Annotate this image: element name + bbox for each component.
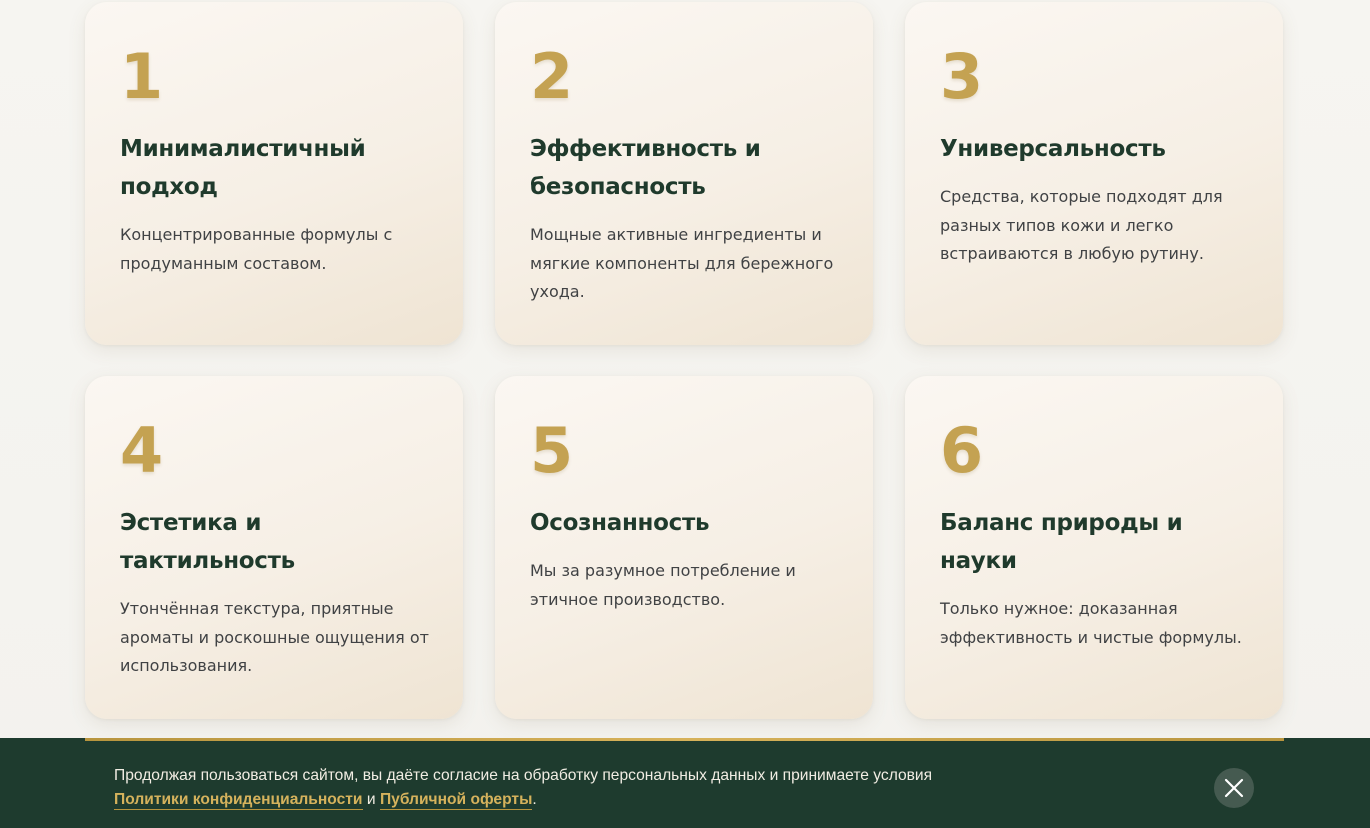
principle-card: 2 Эффективность и безопасность Мощные ак…: [495, 2, 873, 345]
principle-description: Только нужное: доказанная эффективность …: [940, 599, 1242, 647]
principle-number: 5: [530, 414, 573, 487]
public-offer-link[interactable]: Публичной оферты: [379, 791, 533, 810]
principle-title: Эстетика и тактильность: [120, 510, 295, 574]
principle-number: 3: [940, 40, 983, 113]
principle-card: 4 Эстетика и тактильность Утончённая тек…: [85, 376, 463, 719]
principle-number: 2: [530, 40, 573, 113]
principle-description: Утончённая текстура, приятные ароматы и …: [120, 599, 429, 676]
principle-card: 5 Осознанность Мы за разумное потреблени…: [495, 376, 873, 719]
principle-description: Средства, которые подходят для разных ти…: [940, 187, 1223, 264]
principle-card: 1 Минималистичный подход Концентрированн…: [85, 2, 463, 345]
cookie-consent-banner: Продолжая пользоваться сайтом, вы даёте …: [0, 738, 1370, 828]
principle-number: 6: [940, 414, 983, 487]
banner-accent-line: [85, 738, 1284, 741]
principle-number: 4: [120, 414, 163, 487]
principle-title: Осознанность: [530, 510, 710, 536]
cookie-consent-message: Продолжая пользоваться сайтом, вы даёте …: [114, 767, 933, 784]
privacy-policy-link[interactable]: Политики конфиденциальности: [114, 791, 363, 810]
principle-number: 1: [120, 40, 163, 113]
principle-card: 6 Баланс природы и науки Только нужное: …: [905, 376, 1283, 719]
cookie-period: .: [532, 791, 537, 808]
principle-title: Минималистичный подход: [120, 136, 366, 200]
principle-title: Универсальность: [940, 136, 1166, 162]
principle-description: Мощные активные ингредиенты и мягкие ком…: [530, 225, 834, 302]
close-icon: [1224, 778, 1244, 798]
principle-card: 3 Универсальность Средства, которые подх…: [905, 2, 1283, 345]
principle-title: Баланс природы и науки: [940, 510, 1183, 574]
close-banner-button[interactable]: [1214, 768, 1254, 808]
cookie-conjunction: и: [366, 791, 376, 808]
cookie-consent-text: Продолжая пользоваться сайтом, вы даёте …: [114, 764, 1164, 812]
principle-description: Концентрированные формулы с продуманным …: [120, 225, 393, 273]
principle-description: Мы за разумное потребление и этичное про…: [530, 561, 796, 609]
principle-title: Эффективность и безопасность: [530, 136, 761, 200]
page: 1 Минималистичный подход Концентрированн…: [0, 0, 1370, 828]
principles-grid: 1 Минималистичный подход Концентрированн…: [85, 2, 1284, 719]
